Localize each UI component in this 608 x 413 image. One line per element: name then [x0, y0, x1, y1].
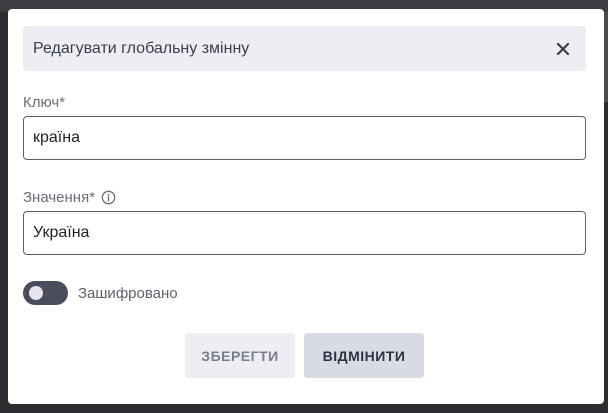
encrypted-toggle-row: Зашифровано: [23, 281, 178, 305]
toggle-knob: [29, 286, 43, 300]
dialog-header: Редагувати глобальну змінну: [23, 26, 586, 71]
value-label: Значення*: [23, 189, 116, 206]
encrypted-toggle[interactable]: [23, 281, 68, 305]
key-label-text: Ключ*: [23, 94, 66, 111]
cancel-button[interactable]: ВІДМІНИТИ: [304, 333, 424, 378]
edit-global-variable-dialog: Редагувати глобальну змінну Ключ* Значен…: [8, 9, 604, 404]
background-app-edge: [604, 12, 608, 102]
dialog-title: Редагувати глобальну змінну: [33, 39, 250, 57]
close-icon: [557, 42, 569, 55]
key-label: Ключ*: [23, 94, 65, 111]
key-input[interactable]: [23, 116, 586, 160]
encrypted-label: Зашифровано: [78, 284, 178, 302]
close-button[interactable]: [552, 38, 574, 60]
save-button[interactable]: ЗБЕРЕГТИ: [185, 333, 295, 378]
info-icon[interactable]: [101, 190, 116, 205]
value-label-text: Значення*: [23, 189, 96, 206]
value-input[interactable]: [23, 211, 586, 255]
